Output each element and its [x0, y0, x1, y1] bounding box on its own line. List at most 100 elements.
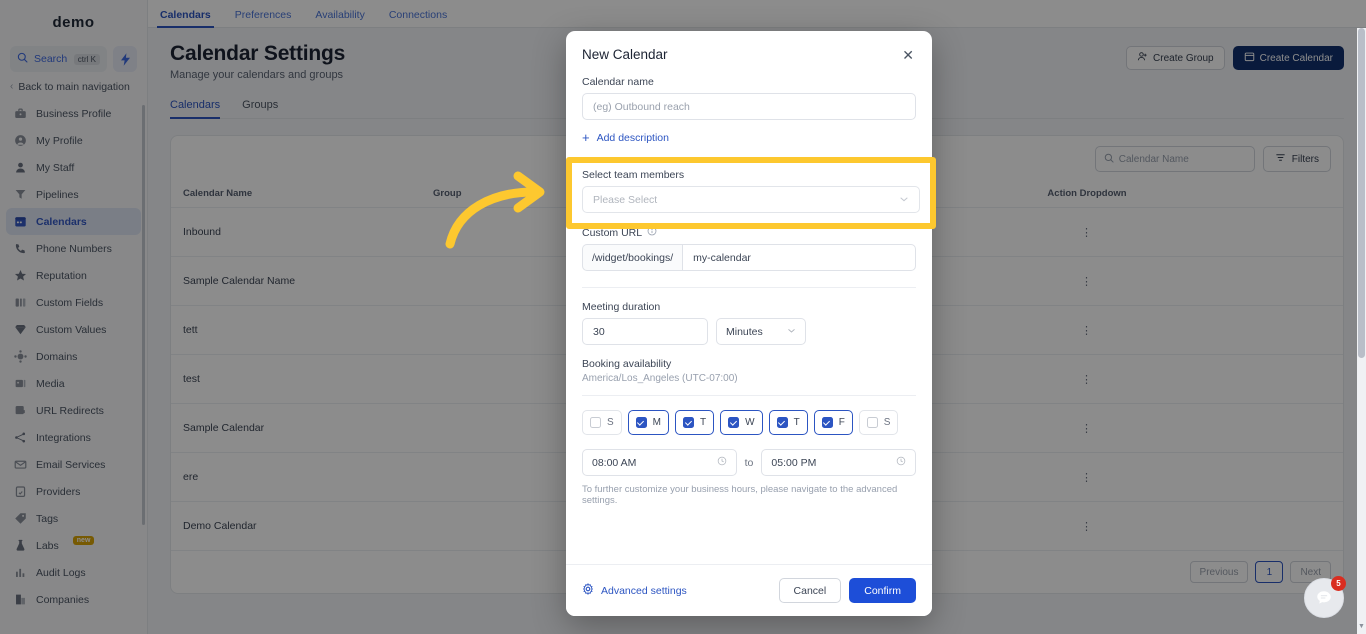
subtab-groups[interactable]: Groups [242, 99, 278, 118]
custom-url-label-row: Custom URL [582, 226, 916, 239]
calendar-name-input[interactable]: (eg) Outbound reach [582, 93, 916, 120]
confirm-button[interactable]: Confirm [849, 578, 916, 603]
custom-url-input[interactable]: my-calendar [682, 244, 916, 271]
custom-url-label: Custom URL [582, 226, 643, 239]
day-label: T [793, 417, 800, 428]
advanced-settings-link[interactable]: Advanced settings [582, 583, 687, 598]
checkbox-icon [635, 417, 647, 428]
day-toggle-sunday[interactable]: S [582, 410, 622, 435]
modal-footer: Advanced settings Cancel Confirm [566, 564, 932, 616]
chat-support-button[interactable]: 5 [1304, 576, 1346, 618]
sidebar-item-tags[interactable]: Tags [6, 505, 141, 532]
search-icon [1104, 153, 1114, 166]
search-shortcut: ctrl K [73, 53, 100, 65]
close-icon[interactable]: ✕ [900, 47, 916, 63]
day-toggle-wednesday[interactable]: W [720, 410, 763, 435]
clock-icon [896, 456, 906, 469]
day-toggle-tuesday[interactable]: T [675, 410, 715, 435]
end-time-input[interactable]: 05:00 PM [761, 449, 917, 476]
sidebar-item-media[interactable]: Media [6, 370, 141, 397]
sidebar-item-companies[interactable]: Companies [6, 586, 141, 613]
search-label: Search [34, 53, 68, 65]
tab-label: Connections [388, 9, 448, 21]
info-icon[interactable] [647, 226, 657, 239]
sidebar-item-url-redirects[interactable]: URL Redirects [6, 397, 141, 424]
business-hours-row: 08:00 AM to 05:00 PM [582, 449, 917, 476]
meeting-duration-unit-value: Minutes [726, 325, 763, 338]
add-description-button[interactable]: + Add description [582, 131, 916, 144]
create-calendar-button[interactable]: Create Calendar [1232, 46, 1344, 70]
tag-icon [14, 512, 27, 525]
chevron-down-icon [787, 326, 796, 338]
bars-icon [14, 566, 27, 579]
meeting-duration-input[interactable]: 30 [582, 318, 708, 345]
sidebar-item-label: Media [36, 377, 65, 390]
day-toggle-saturday[interactable]: S [858, 410, 899, 435]
sidebar-item-phone-numbers[interactable]: Phone Numbers [6, 235, 141, 262]
bolt-icon[interactable] [113, 46, 137, 72]
sidebar-item-providers[interactable]: Providers [6, 478, 141, 505]
sidebar-item-labs[interactable]: Labs new [6, 532, 141, 559]
search-placeholder: Calendar Name [1118, 153, 1189, 165]
share-icon [14, 431, 27, 444]
sidebar-scrollbar[interactable] [142, 105, 145, 525]
calendar-name-search-input[interactable]: Calendar Name [1094, 146, 1255, 172]
filters-button[interactable]: Filters [1262, 146, 1331, 172]
chevron-left-icon: ‹ [10, 81, 14, 92]
pagination-previous[interactable]: Previous [1189, 561, 1249, 583]
scrollbar-thumb[interactable] [1358, 28, 1365, 358]
cell-group [421, 207, 541, 257]
col-calendar-name: Calendar Name [171, 182, 421, 208]
back-label: Back to main navigation [18, 81, 130, 93]
star-icon [14, 269, 27, 282]
sidebar-item-my-staff[interactable]: My Staff [6, 154, 141, 181]
sidebar-item-custom-fields[interactable]: Custom Fields [6, 289, 141, 316]
brand-logo: demo [0, 0, 147, 44]
filter-icon [1275, 152, 1286, 166]
create-group-button[interactable]: Create Group [1126, 46, 1225, 70]
sidebar-item-calendars[interactable]: Calendars [6, 208, 141, 235]
page-heading-group: Calendar Settings Manage your calendars … [170, 42, 345, 81]
search-input[interactable]: Search ctrl K [10, 46, 107, 72]
meeting-duration-label: Meeting duration [582, 301, 661, 313]
start-time-input[interactable]: 08:00 AM [582, 449, 737, 476]
screen-root: demo Search ctrl K ‹ Back to main naviga… [0, 0, 1366, 634]
day-toggle-thursday[interactable]: T [768, 410, 808, 435]
tab-availability[interactable]: Availability [315, 9, 364, 27]
day-label: W [745, 417, 755, 428]
scroll-down-arrow-icon[interactable]: ▼ [1358, 623, 1365, 630]
tab-calendars[interactable]: Calendars [157, 9, 214, 28]
sidebar-item-domains[interactable]: Domains [6, 343, 141, 370]
sidebar-item-label: Custom Values [36, 323, 107, 336]
tab-connections[interactable]: Connections [389, 9, 447, 27]
cancel-button[interactable]: Cancel [778, 578, 842, 603]
cell-calendar-name: Sample Calendar [171, 403, 421, 453]
cell-group [421, 354, 541, 404]
top-tab-bar: Calendars Preferences Availability Conne… [148, 0, 1366, 28]
page-scrollbar[interactable]: ▼ [1357, 28, 1366, 634]
day-label: S [607, 417, 614, 428]
tab-preferences[interactable]: Preferences [235, 9, 292, 27]
day-toggle-friday[interactable]: F [813, 410, 853, 435]
day-toggle-monday[interactable]: M [627, 410, 670, 435]
end-time-value: 05:00 PM [771, 456, 817, 469]
sidebar-item-pipelines[interactable]: Pipelines [6, 181, 141, 208]
day-label: T [700, 417, 707, 428]
time-range-separator: to [744, 456, 754, 469]
calendar-icon [14, 215, 27, 228]
new-calendar-modal: New Calendar ✕ Calendar name (eg) Outbou… [566, 31, 932, 616]
sidebar-item-label: Integrations [36, 431, 91, 444]
sidebar-item-label: My Profile [36, 134, 83, 147]
sidebar-item-custom-values[interactable]: Custom Values [6, 316, 141, 343]
sidebar-item-email-services[interactable]: Email Services [6, 451, 141, 478]
sidebar-item-reputation[interactable]: Reputation [6, 262, 141, 289]
subtab-calendars[interactable]: Calendars [170, 99, 221, 119]
sidebar-item-integrations[interactable]: Integrations [6, 424, 141, 451]
pagination-page-1[interactable]: 1 [1255, 561, 1284, 583]
back-to-main-navigation[interactable]: ‹ Back to main navigation [0, 72, 147, 100]
sidebar-item-audit-logs[interactable]: Audit Logs [6, 559, 141, 586]
meeting-duration-unit-select[interactable]: Minutes [716, 318, 806, 345]
sidebar-item-label: Audit Logs [36, 566, 86, 579]
sidebar-item-business-profile[interactable]: Business Profile [6, 100, 141, 127]
sidebar-item-my-profile[interactable]: My Profile [6, 127, 141, 154]
